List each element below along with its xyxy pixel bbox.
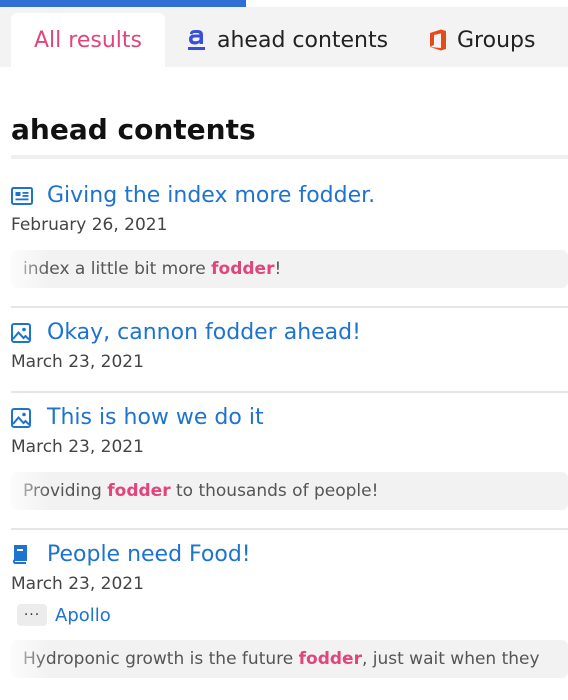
result-snippet: Hydroponic growth is the future fodder, … [11,640,568,678]
result-date: March 23, 2021 [11,437,144,457]
result-divider [11,391,568,393]
section-title: ahead contents [11,113,256,146]
tab-groups[interactable]: Groups [428,13,535,67]
result-item: Giving the index more fodder. February 2… [11,183,568,288]
result-group: ··· Apollo [17,604,568,626]
snippet-highlight: fodder [211,259,275,279]
search-results-page: All results ahead contents Groups ahead … [0,0,568,700]
result-date: March 23, 2021 [11,352,144,372]
result-snippet: index a little bit more fodder! [11,250,568,288]
snippet-highlight: fodder [107,481,171,501]
snippet-text: Providing [23,481,108,501]
tab-label: Groups [457,27,536,53]
result-title: Okay, cannon fodder ahead! [47,320,361,345]
result-title-link[interactable]: People need Food! [11,542,568,567]
result-divider [11,528,568,530]
snippet-text: Hydroponic growth is the future [23,649,299,669]
tab-bar: All results ahead contents Groups [0,7,568,67]
tab-ahead-contents[interactable]: ahead contents [186,13,388,67]
result-title-link[interactable]: Okay, cannon fodder ahead! [11,320,568,345]
result-item: People need Food! March 23, 2021 ··· Apo… [11,542,568,678]
result-date: March 23, 2021 [11,574,144,594]
result-title: This is how we do it [47,405,264,430]
news-icon [11,186,47,205]
snippet-text: , just wait when they [361,649,540,669]
result-item: Okay, cannon fodder ahead! March 23, 202… [11,320,568,372]
result-title: Giving the index more fodder. [47,183,376,208]
result-snippet: Providing fodder to thousands of people! [11,472,568,510]
group-link[interactable]: Apollo [55,605,111,626]
result-title: People need Food! [47,542,251,567]
result-title-link[interactable]: This is how we do it [11,405,568,430]
snippet-highlight: fodder [298,649,362,669]
result-divider [11,306,568,308]
snippet-text: to thousands of people! [170,481,379,501]
tab-label: ahead contents [217,27,389,53]
book-icon [11,544,47,565]
result-date: February 26, 2021 [11,215,168,235]
ahead-logo-icon [186,28,208,52]
image-icon [11,322,47,343]
snippet-text: index a little bit more [23,259,212,279]
image-icon [11,407,47,428]
result-title-link[interactable]: Giving the index more fodder. [11,183,568,208]
result-item: This is how we do it March 23, 2021 Prov… [11,405,568,510]
tab-label: All results [34,27,142,53]
top-accent-bar [0,0,246,7]
section-divider [11,155,568,159]
more-options-button[interactable]: ··· [17,604,47,626]
office-icon [428,28,448,52]
snippet-text: ! [274,259,282,279]
tab-all-results[interactable]: All results [11,13,165,67]
